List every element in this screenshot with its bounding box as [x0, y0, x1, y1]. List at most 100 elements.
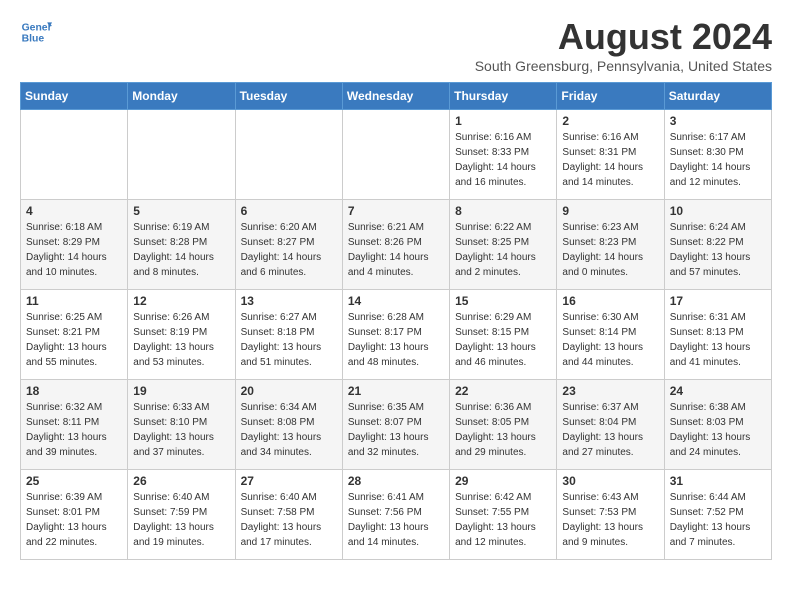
day-info: Sunrise: 6:36 AM Sunset: 8:05 PM Dayligh… — [455, 400, 551, 460]
page-header: General Blue August 2024 South Greensbur… — [20, 16, 772, 74]
day-info: Sunrise: 6:31 AM Sunset: 8:13 PM Dayligh… — [670, 310, 766, 370]
calendar-cell: 16 Sunrise: 6:30 AM Sunset: 8:14 PM Dayli… — [557, 290, 664, 380]
day-number: 3 — [670, 114, 766, 128]
day-info: Sunrise: 6:41 AM Sunset: 7:56 PM Dayligh… — [348, 490, 444, 550]
day-number: 1 — [455, 114, 551, 128]
day-number: 10 — [670, 204, 766, 218]
calendar-cell: 7 Sunrise: 6:21 AM Sunset: 8:26 PM Daylig… — [342, 200, 449, 290]
month-title: August 2024 — [475, 16, 772, 58]
day-number: 20 — [241, 384, 337, 398]
calendar-table: SundayMondayTuesdayWednesdayThursdayFrid… — [20, 82, 772, 560]
day-number: 7 — [348, 204, 444, 218]
day-number: 21 — [348, 384, 444, 398]
weekday-header: Thursday — [450, 83, 557, 110]
calendar-cell: 29 Sunrise: 6:42 AM Sunset: 7:55 PM Dayli… — [450, 470, 557, 560]
day-number: 23 — [562, 384, 658, 398]
calendar-cell: 20 Sunrise: 6:34 AM Sunset: 8:08 PM Dayli… — [235, 380, 342, 470]
day-number: 8 — [455, 204, 551, 218]
calendar-cell: 12 Sunrise: 6:26 AM Sunset: 8:19 PM Dayli… — [128, 290, 235, 380]
day-number: 13 — [241, 294, 337, 308]
calendar-cell: 15 Sunrise: 6:29 AM Sunset: 8:15 PM Dayli… — [450, 290, 557, 380]
day-number: 29 — [455, 474, 551, 488]
day-number: 14 — [348, 294, 444, 308]
day-info: Sunrise: 6:39 AM Sunset: 8:01 PM Dayligh… — [26, 490, 122, 550]
day-number: 28 — [348, 474, 444, 488]
day-info: Sunrise: 6:37 AM Sunset: 8:04 PM Dayligh… — [562, 400, 658, 460]
location: South Greensburg, Pennsylvania, United S… — [475, 58, 772, 74]
day-number: 18 — [26, 384, 122, 398]
day-info: Sunrise: 6:18 AM Sunset: 8:29 PM Dayligh… — [26, 220, 122, 280]
calendar-cell: 11 Sunrise: 6:25 AM Sunset: 8:21 PM Dayli… — [21, 290, 128, 380]
day-info: Sunrise: 6:38 AM Sunset: 8:03 PM Dayligh… — [670, 400, 766, 460]
day-info: Sunrise: 6:30 AM Sunset: 8:14 PM Dayligh… — [562, 310, 658, 370]
day-number: 12 — [133, 294, 229, 308]
calendar-cell — [342, 110, 449, 200]
calendar-cell: 9Sunrise: 6:23 AM Sunset: 8:23 PM Daylig… — [557, 200, 664, 290]
day-info: Sunrise: 6:44 AM Sunset: 7:52 PM Dayligh… — [670, 490, 766, 550]
day-number: 17 — [670, 294, 766, 308]
calendar-cell: 28 Sunrise: 6:41 AM Sunset: 7:56 PM Dayli… — [342, 470, 449, 560]
calendar-cell: 23 Sunrise: 6:37 AM Sunset: 8:04 PM Dayli… — [557, 380, 664, 470]
day-number: 5 — [133, 204, 229, 218]
day-number: 4 — [26, 204, 122, 218]
calendar-cell: 3Sunrise: 6:17 AM Sunset: 8:30 PM Daylig… — [664, 110, 771, 200]
logo: General Blue — [20, 16, 52, 48]
calendar-cell: 19Sunrise: 6:33 AM Sunset: 8:10 PM Dayli… — [128, 380, 235, 470]
calendar-cell — [21, 110, 128, 200]
calendar-cell: 2 Sunrise: 6:16 AM Sunset: 8:31 PM Daylig… — [557, 110, 664, 200]
calendar-cell: 8 Sunrise: 6:22 AM Sunset: 8:25 PM Daylig… — [450, 200, 557, 290]
calendar-cell: 31 Sunrise: 6:44 AM Sunset: 7:52 PM Dayli… — [664, 470, 771, 560]
day-info: Sunrise: 6:24 AM Sunset: 8:22 PM Dayligh… — [670, 220, 766, 280]
weekday-header: Sunday — [21, 83, 128, 110]
calendar-cell: 4 Sunrise: 6:18 AM Sunset: 8:29 PM Daylig… — [21, 200, 128, 290]
day-info: Sunrise: 6:20 AM Sunset: 8:27 PM Dayligh… — [241, 220, 337, 280]
day-info: Sunrise: 6:25 AM Sunset: 8:21 PM Dayligh… — [26, 310, 122, 370]
day-number: 22 — [455, 384, 551, 398]
day-number: 30 — [562, 474, 658, 488]
day-info: Sunrise: 6:43 AM Sunset: 7:53 PM Dayligh… — [562, 490, 658, 550]
weekday-header: Saturday — [664, 83, 771, 110]
title-block: August 2024 South Greensburg, Pennsylvan… — [475, 16, 772, 74]
day-info: Sunrise: 6:22 AM Sunset: 8:25 PM Dayligh… — [455, 220, 551, 280]
day-info: Sunrise: 6:21 AM Sunset: 8:26 PM Dayligh… — [348, 220, 444, 280]
day-info: Sunrise: 6:34 AM Sunset: 8:08 PM Dayligh… — [241, 400, 337, 460]
calendar-cell — [235, 110, 342, 200]
weekday-header: Monday — [128, 83, 235, 110]
day-number: 15 — [455, 294, 551, 308]
calendar-cell: 21Sunrise: 6:35 AM Sunset: 8:07 PM Dayli… — [342, 380, 449, 470]
svg-text:General: General — [22, 22, 52, 33]
calendar-cell: 30 Sunrise: 6:43 AM Sunset: 7:53 PM Dayli… — [557, 470, 664, 560]
calendar-cell: 25Sunrise: 6:39 AM Sunset: 8:01 PM Dayli… — [21, 470, 128, 560]
day-info: Sunrise: 6:40 AM Sunset: 7:59 PM Dayligh… — [133, 490, 229, 550]
weekday-header: Friday — [557, 83, 664, 110]
day-info: Sunrise: 6:19 AM Sunset: 8:28 PM Dayligh… — [133, 220, 229, 280]
day-number: 2 — [562, 114, 658, 128]
day-number: 26 — [133, 474, 229, 488]
day-number: 11 — [26, 294, 122, 308]
day-number: 27 — [241, 474, 337, 488]
day-info: Sunrise: 6:28 AM Sunset: 8:17 PM Dayligh… — [348, 310, 444, 370]
calendar-cell: 24 Sunrise: 6:38 AM Sunset: 8:03 PM Dayli… — [664, 380, 771, 470]
day-number: 16 — [562, 294, 658, 308]
day-number: 6 — [241, 204, 337, 218]
calendar-cell: 10 Sunrise: 6:24 AM Sunset: 8:22 PM Dayli… — [664, 200, 771, 290]
weekday-header: Wednesday — [342, 83, 449, 110]
day-info: Sunrise: 6:42 AM Sunset: 7:55 PM Dayligh… — [455, 490, 551, 550]
logo-icon: General Blue — [20, 16, 52, 48]
day-info: Sunrise: 6:27 AM Sunset: 8:18 PM Dayligh… — [241, 310, 337, 370]
day-number: 31 — [670, 474, 766, 488]
day-info: Sunrise: 6:16 AM Sunset: 8:31 PM Dayligh… — [562, 130, 658, 190]
day-info: Sunrise: 6:29 AM Sunset: 8:15 PM Dayligh… — [455, 310, 551, 370]
calendar-cell: 1Sunrise: 6:16 AM Sunset: 8:33 PM Daylig… — [450, 110, 557, 200]
day-info: Sunrise: 6:33 AM Sunset: 8:10 PM Dayligh… — [133, 400, 229, 460]
day-info: Sunrise: 6:26 AM Sunset: 8:19 PM Dayligh… — [133, 310, 229, 370]
calendar-cell: 5 Sunrise: 6:19 AM Sunset: 8:28 PM Daylig… — [128, 200, 235, 290]
day-info: Sunrise: 6:23 AM Sunset: 8:23 PM Dayligh… — [562, 220, 658, 280]
day-number: 24 — [670, 384, 766, 398]
svg-text:Blue: Blue — [22, 34, 45, 45]
calendar-cell: 6 Sunrise: 6:20 AM Sunset: 8:27 PM Daylig… — [235, 200, 342, 290]
day-info: Sunrise: 6:40 AM Sunset: 7:58 PM Dayligh… — [241, 490, 337, 550]
calendar-cell: 27 Sunrise: 6:40 AM Sunset: 7:58 PM Dayli… — [235, 470, 342, 560]
calendar-cell: 17 Sunrise: 6:31 AM Sunset: 8:13 PM Dayli… — [664, 290, 771, 380]
calendar-cell: 22 Sunrise: 6:36 AM Sunset: 8:05 PM Dayli… — [450, 380, 557, 470]
